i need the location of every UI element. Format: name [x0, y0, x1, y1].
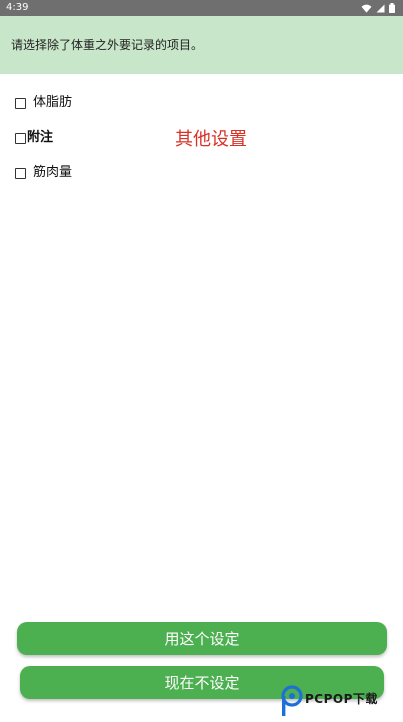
battery-icon [389, 3, 395, 13]
not-now-button[interactable]: 现在不设定 [20, 666, 384, 699]
option-note[interactable]: 附注 [15, 129, 53, 147]
muscle-mass-label: 筋肉量 [33, 165, 73, 180]
option-muscle-mass[interactable]: 筋肉量 [15, 164, 72, 182]
note-label: 附注 [27, 130, 54, 145]
other-settings-link[interactable]: 其他设置 [175, 128, 247, 152]
option-body-fat[interactable]: 体脂肪 [15, 94, 72, 112]
wifi-icon [361, 4, 372, 13]
status-time: 4:39 [6, 2, 29, 13]
body-fat-checkbox[interactable] [15, 97, 26, 109]
muscle-mass-checkbox[interactable] [15, 167, 26, 179]
use-setting-button[interactable]: 用这个设定 [17, 622, 387, 655]
body-fat-label: 体脂肪 [33, 95, 73, 110]
signal-icon [376, 4, 385, 13]
instruction-text: 请选择除了体重之外要记录的项目。 [11, 38, 204, 52]
status-bar: 4:39 [0, 0, 403, 16]
status-icons [361, 2, 395, 14]
instruction-header: 请选择除了体重之外要记录的项目。 [0, 16, 403, 74]
note-checkbox[interactable] [15, 132, 26, 144]
